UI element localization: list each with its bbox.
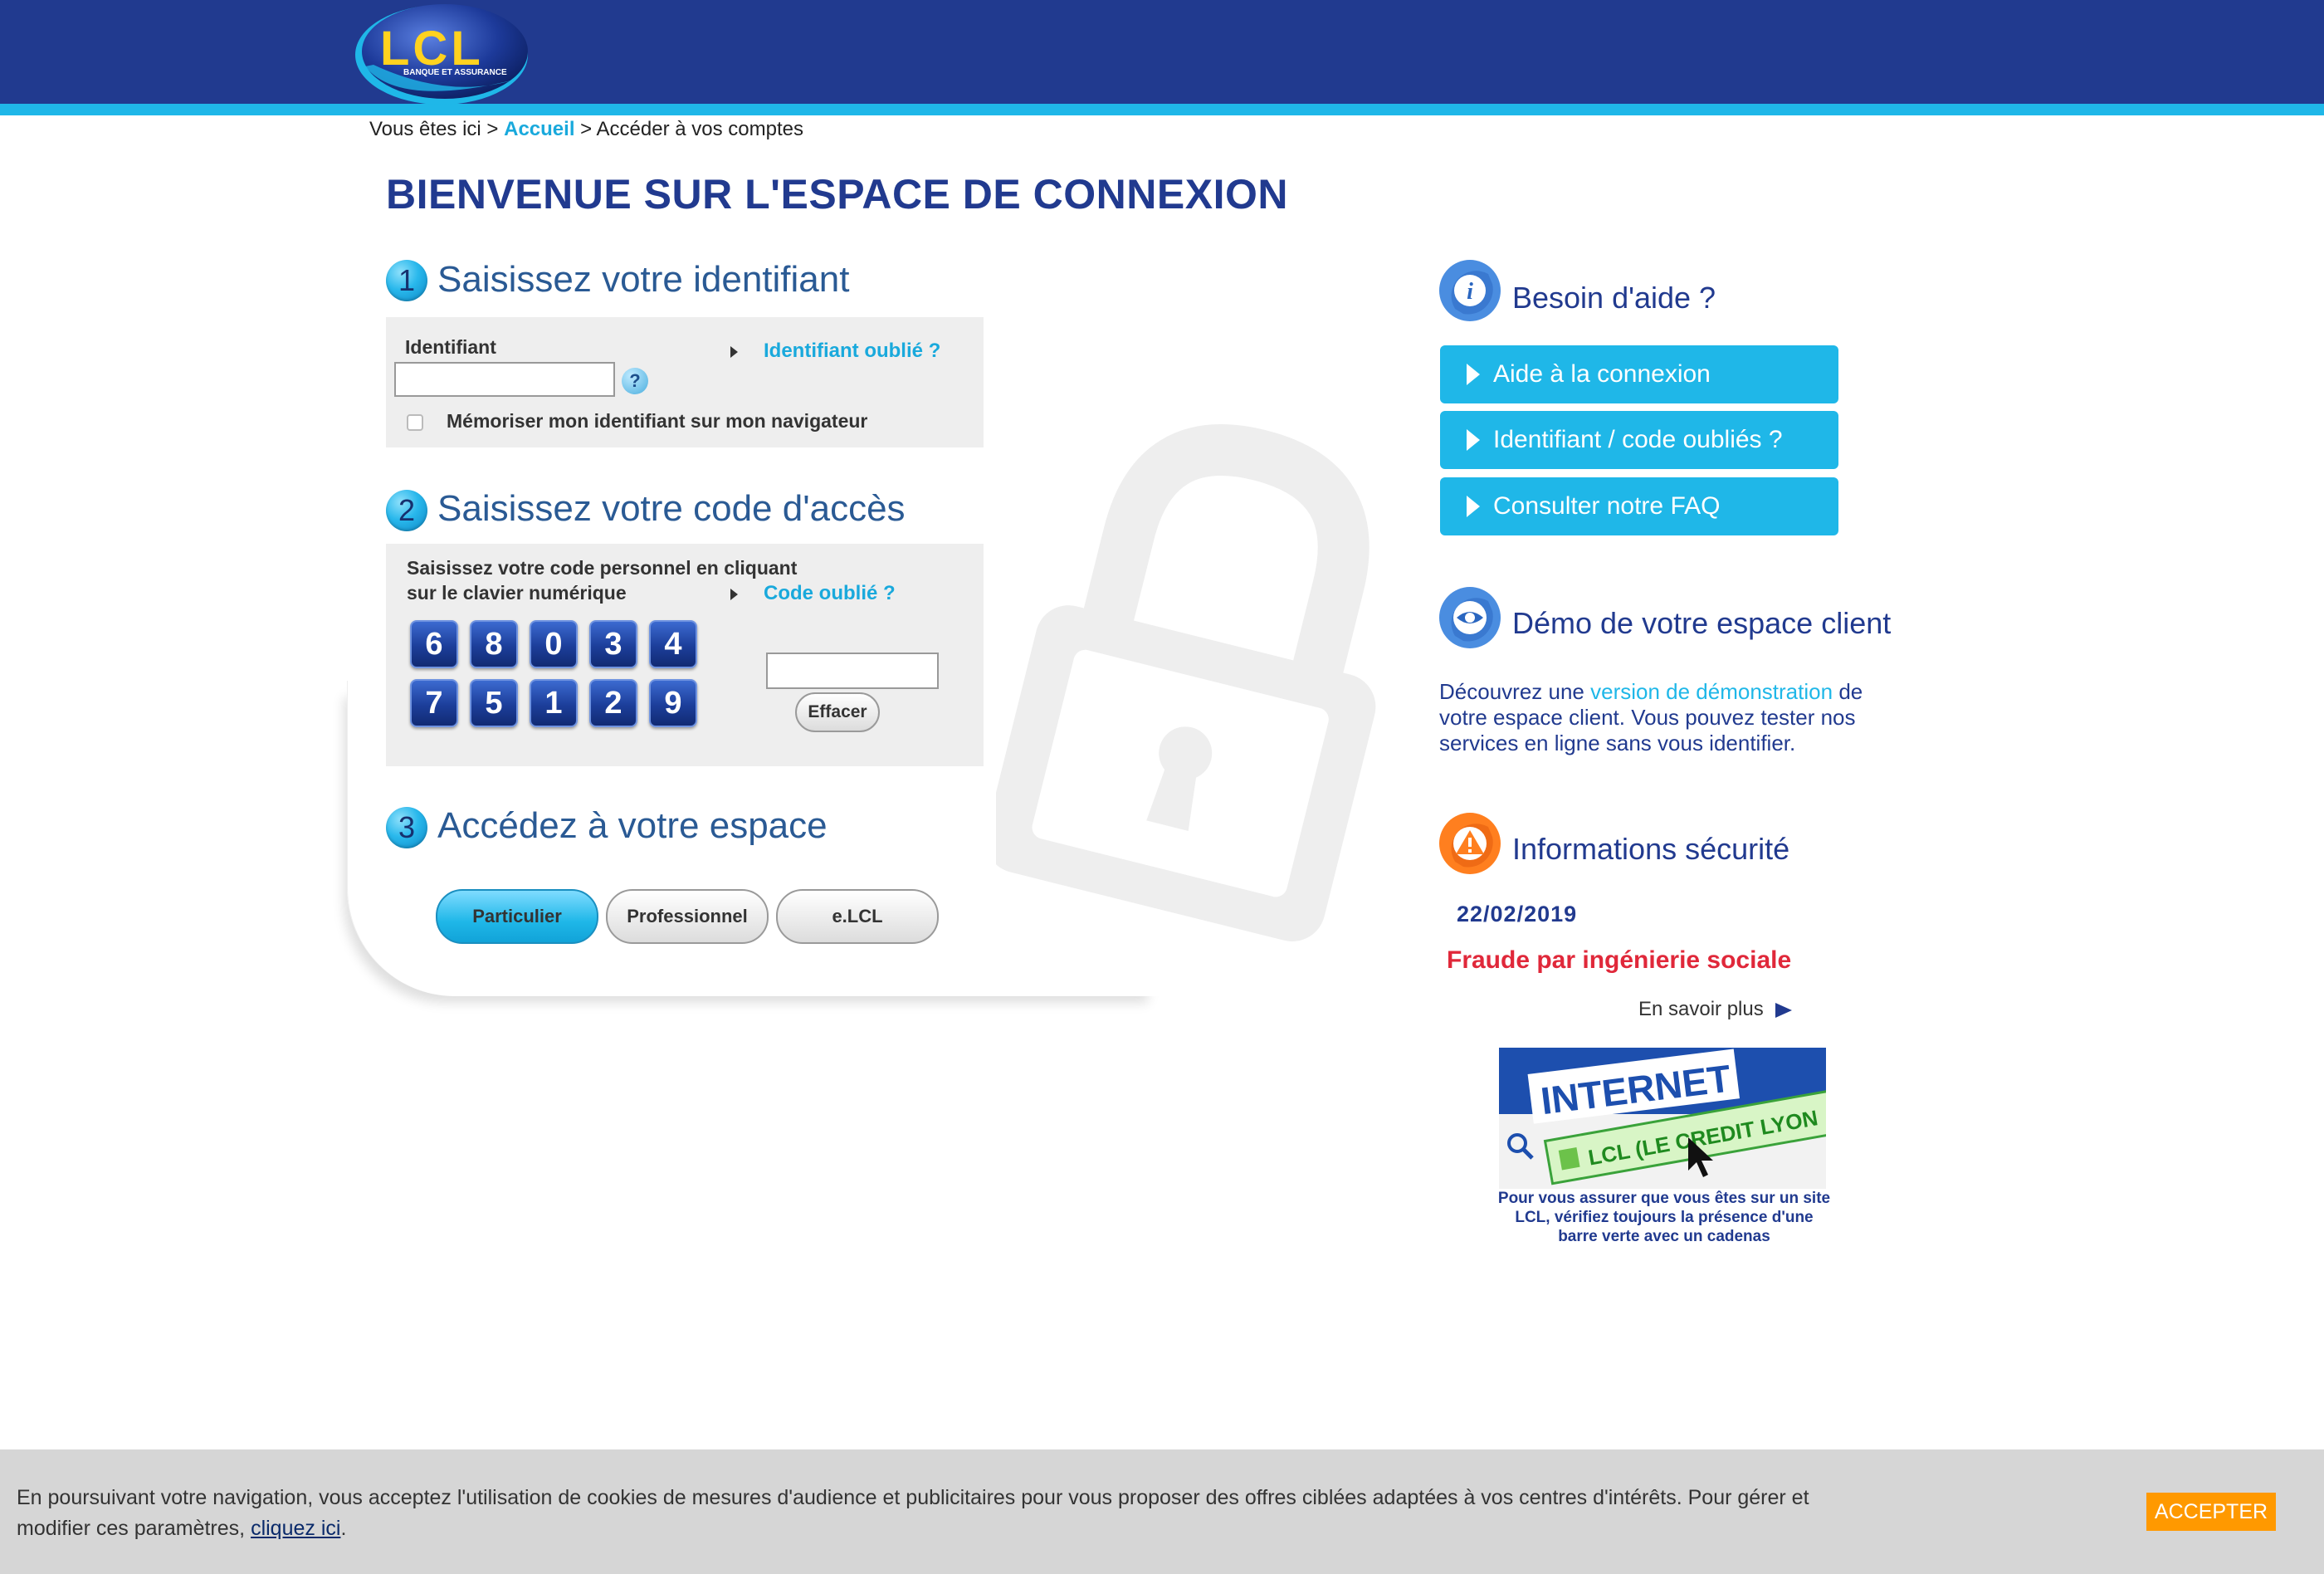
step-2-title: Saisissez votre code d'accès (437, 488, 906, 529)
security-image-caption: Pour vous assurer que vous êtes sur un s… (1497, 1190, 1831, 1245)
info-icon: i (1439, 260, 1501, 321)
professionnel-button[interactable]: Professionnel (606, 889, 769, 944)
step-3-badge: 3 (386, 807, 427, 848)
code-instruction-line1: Saisissez votre code personnel en cliqua… (407, 557, 798, 579)
accept-cookies-button[interactable]: ACCEPTER (2146, 1493, 2276, 1531)
keypad-key[interactable]: 8 (470, 620, 518, 668)
security-date: 22/02/2019 (1457, 902, 1578, 926)
remember-identifier-label: Mémoriser mon identifiant sur mon naviga… (447, 410, 868, 432)
arrow-right-icon (730, 589, 738, 600)
breadcrumb-home-link[interactable]: Accueil (504, 118, 574, 140)
identifier-label: Identifiant (405, 336, 496, 358)
arrow-right-icon (730, 346, 738, 358)
step-1-title: Saisissez votre identifiant (437, 259, 850, 300)
lock-watermark-icon (996, 424, 1376, 941)
clear-code-button[interactable]: Effacer (795, 692, 880, 732)
step-1-badge: 1 (386, 260, 427, 301)
keypad-key[interactable]: 9 (649, 679, 697, 727)
security-internet-image[interactable]: INTERNET LCL (LE CREDIT LYON (1499, 1048, 1826, 1189)
elcl-button[interactable]: e.LCL (776, 889, 939, 944)
svg-text:i: i (1467, 279, 1473, 305)
forgotten-credentials-label: Identifiant / code oubliés ? (1493, 426, 1783, 453)
help-connection-button[interactable]: Aide à la connexion (1440, 345, 1838, 403)
keypad-key[interactable]: 4 (649, 620, 697, 668)
breadcrumb: Vous êtes ici > Accueil > Accéder à vos … (369, 118, 803, 141)
security-headline[interactable]: Fraude par ingénierie sociale (1447, 946, 1791, 975)
step-3-title: Accédez à votre espace (437, 805, 828, 846)
keypad-key[interactable]: 5 (470, 679, 518, 727)
keypad-key[interactable]: 1 (530, 679, 578, 727)
access-code-display (766, 653, 939, 689)
lcl-logo[interactable]: LCL BANQUE ET ASSURANCE (349, 0, 548, 112)
cookie-settings-link[interactable]: cliquez ici (251, 1517, 340, 1540)
breadcrumb-prefix: Vous êtes ici > (369, 118, 499, 140)
faq-label: Consulter notre FAQ (1493, 492, 1721, 520)
cookie-message: En poursuivant votre navigation, vous ac… (17, 1486, 1809, 1540)
security-more-link[interactable]: En savoir plus (1638, 998, 1792, 1021)
code-instruction-line2: sur le clavier numérique (407, 582, 627, 604)
forgot-identifier-link[interactable]: Identifiant oublié ? (764, 340, 940, 363)
eye-icon (1439, 587, 1501, 648)
faq-button[interactable]: Consulter notre FAQ (1440, 477, 1838, 535)
play-arrow-icon (1775, 1002, 1792, 1018)
security-title: Informations sécurité (1512, 832, 1790, 866)
svg-text:BANQUE ET ASSURANCE: BANQUE ET ASSURANCE (403, 68, 507, 77)
keypad-key[interactable]: 0 (530, 620, 578, 668)
forgotten-credentials-button[interactable]: Identifiant / code oubliés ? (1440, 411, 1838, 469)
demo-text-before: Découvrez une (1439, 679, 1584, 704)
security-more-label: En savoir plus (1638, 998, 1764, 1020)
play-arrow-icon (1467, 496, 1480, 517)
step-2-badge: 2 (386, 490, 427, 531)
help-title: Besoin d'aide ? (1512, 281, 1716, 315)
question-icon[interactable]: ? (622, 368, 648, 394)
warning-icon (1439, 813, 1501, 874)
keypad-key[interactable]: 7 (410, 679, 458, 727)
demo-description: Découvrez une version de démonstration d… (1439, 679, 1904, 756)
keypad-key[interactable]: 6 (410, 620, 458, 668)
keypad-key[interactable]: 3 (589, 620, 637, 668)
remember-identifier-checkbox[interactable] (407, 414, 423, 431)
identifier-input[interactable] (394, 362, 615, 397)
demo-title: Démo de votre espace client (1512, 606, 1892, 640)
forgot-code-link[interactable]: Code oublié ? (764, 582, 896, 605)
play-arrow-icon (1467, 364, 1480, 385)
demo-version-link[interactable]: version de démonstration (1590, 679, 1833, 704)
keypad-key[interactable]: 2 (589, 679, 637, 727)
breadcrumb-current: > Accéder à vos comptes (580, 118, 803, 140)
help-connection-label: Aide à la connexion (1493, 360, 1711, 388)
particulier-button[interactable]: Particulier (436, 889, 598, 944)
page-title: BIENVENUE SUR L'ESPACE DE CONNEXION (386, 171, 1288, 218)
play-arrow-icon (1467, 429, 1480, 451)
